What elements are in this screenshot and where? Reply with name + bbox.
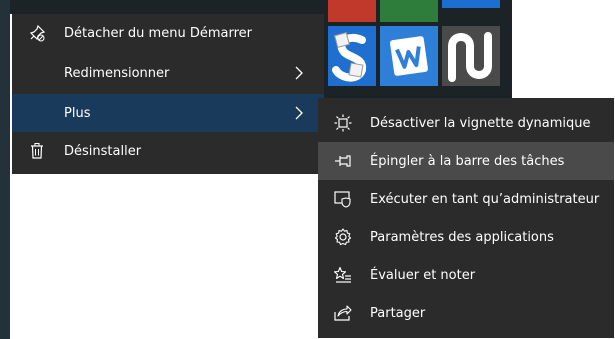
word-tile[interactable] [380, 26, 438, 86]
submenu-more: Désactiver la vignette dynamique Épingle… [318, 98, 614, 338]
menu-item-label: Désinstaller [64, 143, 142, 159]
submenu-item-share[interactable]: Partager [318, 294, 614, 332]
shield-icon [334, 190, 352, 208]
submenu-item-label: Épingler à la barre des tâches [370, 153, 565, 169]
submenu-item-label: Paramètres des applications [370, 229, 554, 245]
submenu-item-pin-taskbar[interactable]: Épingler à la barre des tâches [318, 142, 614, 180]
live-tile-icon [334, 114, 352, 132]
note-tile[interactable] [442, 26, 500, 86]
unpin-icon [28, 24, 46, 42]
gear-icon [334, 228, 352, 246]
menu-item-resize[interactable]: Redimensionner [12, 54, 324, 92]
chevron-right-icon [295, 66, 303, 80]
menu-item-label: Redimensionner [64, 65, 170, 81]
scrabble-tile[interactable] [328, 26, 376, 86]
window-edge [0, 0, 10, 339]
share-icon [334, 304, 352, 322]
start-menu-background [10, 0, 322, 14]
submenu-item-run-as-admin[interactable]: Exécuter en tant qu’administrateur [318, 180, 614, 218]
submenu-item-label: Partager [370, 305, 426, 321]
trash-icon [28, 142, 46, 160]
menu-item-uninstall[interactable]: Désinstaller [12, 132, 324, 170]
top-tile-green[interactable] [380, 0, 438, 22]
top-tile-red[interactable] [328, 0, 376, 22]
submenu-item-label: Exécuter en tant qu’administrateur [370, 191, 600, 207]
submenu-item-app-settings[interactable]: Paramètres des applications [318, 218, 614, 256]
submenu-item-label: Désactiver la vignette dynamique [370, 115, 591, 131]
note-logo-icon [442, 26, 500, 86]
submenu-item-disable-live-tile[interactable]: Désactiver la vignette dynamique [318, 104, 614, 142]
submenu-item-rate-review[interactable]: Évaluer et noter [318, 256, 614, 294]
scrabble-logo-icon [328, 26, 376, 86]
menu-item-label: Plus [64, 105, 91, 121]
top-tile-blue[interactable] [442, 0, 500, 8]
submenu-item-label: Évaluer et noter [370, 267, 476, 283]
context-menu: Détacher du menu Démarrer Redimensionner… [12, 14, 324, 174]
star-rate-icon [334, 266, 352, 284]
word-logo-icon [380, 26, 438, 86]
chevron-right-icon [295, 106, 303, 120]
menu-item-label: Détacher du menu Démarrer [64, 25, 252, 41]
menu-item-more[interactable]: Plus [12, 94, 324, 132]
pin-taskbar-icon [334, 152, 352, 170]
menu-item-unpin[interactable]: Détacher du menu Démarrer [12, 14, 324, 52]
tiles-area [322, 0, 512, 98]
